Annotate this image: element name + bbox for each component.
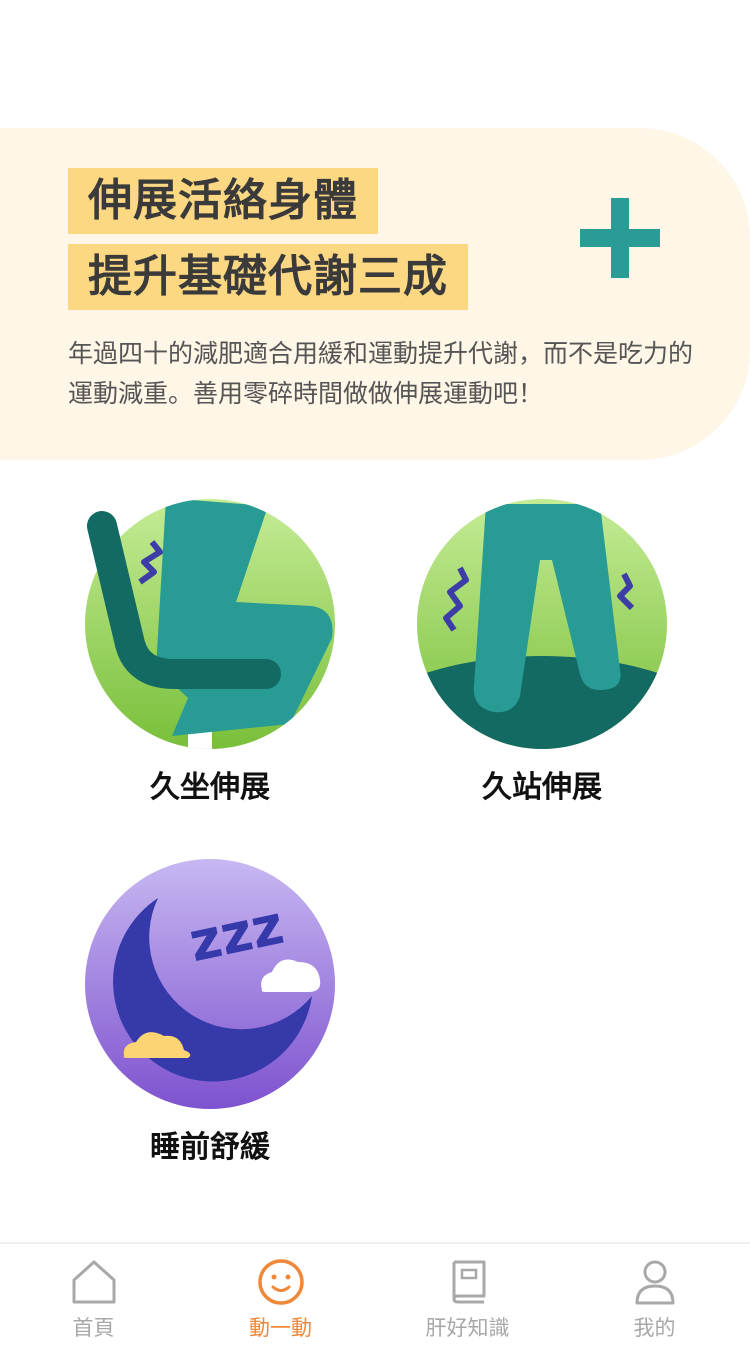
exercise-card-sleep[interactable]: zzz 睡前舒緩 [84, 858, 336, 1168]
tab-home-label: 首頁 [72, 1316, 115, 1340]
exercise-label-sleep: 睡前舒緩 [150, 1130, 270, 1165]
smiley-icon [257, 1259, 304, 1305]
plus-icon [580, 198, 660, 278]
home-icon [72, 1260, 115, 1304]
tab-exercise[interactable]: 動一動 [187, 1244, 374, 1346]
book-icon [452, 1260, 485, 1304]
hero-description: 年過四十的減肥適合用緩和運動提升代謝，而不是吃力的運動減重。善用零碎時間做做伸展… [68, 339, 694, 408]
tab-profile-label: 我的 [633, 1316, 676, 1340]
exercise-label-sitting: 久坐伸展 [150, 770, 270, 805]
bottom-tab-bar: 首頁 動一動 肝好知識 我的 [0, 1242, 750, 1346]
hero-title-line2: 提升基礎代謝三成 [68, 244, 468, 310]
person-icon [635, 1260, 674, 1305]
exercise-card-standing[interactable]: 久站伸展 [416, 498, 668, 808]
standing-legs-icon [417, 499, 667, 749]
tab-profile[interactable]: 我的 [561, 1244, 748, 1346]
tab-exercise-label: 動一動 [249, 1316, 312, 1340]
sitting-leg-icon [85, 499, 335, 749]
tab-knowledge-label: 肝好知識 [425, 1316, 510, 1340]
exercise-card-sitting[interactable]: 久坐伸展 [84, 498, 336, 808]
tab-home[interactable]: 首頁 [0, 1244, 187, 1346]
moon-sleep-icon: zzz [85, 859, 335, 1109]
exercise-label-standing: 久站伸展 [482, 770, 602, 805]
hero-title-line1: 伸展活絡身體 [68, 168, 378, 234]
hero-banner: 伸展活絡身體 提升基礎代謝三成 年過四十的減肥適合用緩和運動提升代謝，而不是吃力… [0, 128, 750, 460]
tab-knowledge[interactable]: 肝好知識 [374, 1244, 561, 1346]
